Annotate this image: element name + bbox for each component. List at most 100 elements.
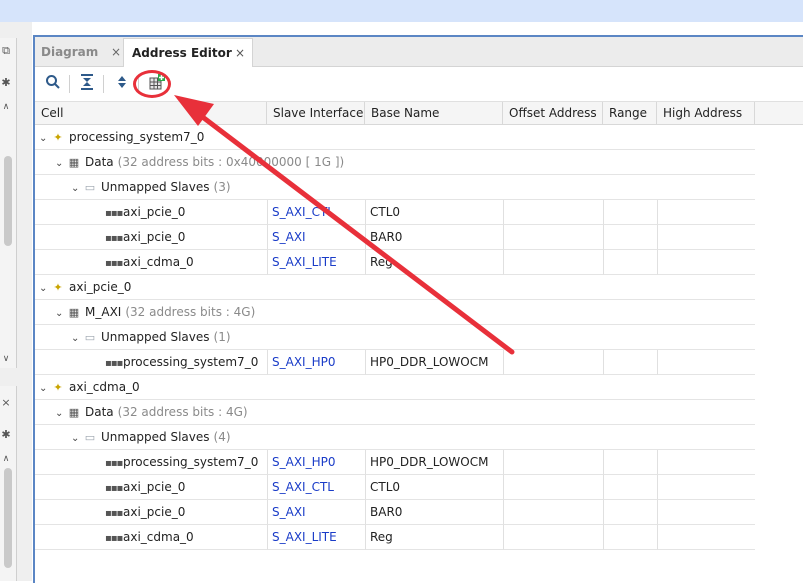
tab-diagram[interactable]: Diagram — [41, 39, 98, 65]
cell-name: Data — [85, 155, 114, 169]
tree-cell: ⌄ ✦ axi_cdma_0 — [39, 375, 140, 400]
row-background — [35, 275, 755, 300]
table-row[interactable]: ⌄ ✦ axi_pcie_0 — [35, 275, 803, 300]
tab-diagram-close-icon[interactable]: × — [111, 39, 121, 65]
range-cell[interactable] — [603, 250, 657, 275]
table-row[interactable]: ▪▪▪processing_system7_0 S_AXI_HP0 HP0_DDR_… — [35, 350, 803, 375]
tree-cell: ⌄ ▭ Unmapped Slaves (1) — [71, 325, 231, 350]
table-row[interactable]: ⌄ ▭ Unmapped Slaves (1) — [35, 325, 803, 350]
collapse-all-icon[interactable] — [77, 74, 97, 94]
table-row[interactable]: ▪▪▪axi_cdma_0 S_AXI_LITE Reg — [35, 525, 803, 550]
range-cell[interactable] — [603, 350, 657, 375]
gear-icon[interactable]: ✱ — [0, 428, 12, 442]
table-row[interactable]: ▪▪▪axi_pcie_0 S_AXI BAR0 — [35, 225, 803, 250]
offset-address-cell[interactable] — [503, 500, 603, 525]
interface-port-icon: ▪▪▪ — [105, 258, 123, 269]
cell-name: processing_system7_0 — [69, 130, 205, 144]
offset-address-cell[interactable] — [503, 475, 603, 500]
col-cell[interactable]: Cell — [35, 102, 267, 124]
cell-detail: (32 address bits : 4G) — [117, 405, 248, 419]
cell-name: Unmapped Slaves — [101, 180, 210, 194]
annotation-circle — [133, 70, 171, 98]
table-row[interactable]: ▪▪▪processing_system7_0 S_AXI_HP0 HP0_DDR_… — [35, 450, 803, 475]
col-base-name[interactable]: Base Name — [365, 102, 503, 124]
slave-interface-cell[interactable]: S_AXI — [267, 500, 365, 525]
table-row[interactable]: ⌄ ▦ M_AXI (32 address bits : 4G) — [35, 300, 803, 325]
expand-all-icon[interactable] — [112, 74, 132, 94]
scrollbar-thumb[interactable] — [4, 156, 12, 246]
table-row[interactable]: ▪▪▪axi_cdma_0 S_AXI_LITE Reg — [35, 250, 803, 275]
chevron-up-icon[interactable]: ∧ — [0, 100, 12, 114]
chevron-down-icon[interactable]: ⌄ — [55, 151, 67, 176]
table-row[interactable]: ▪▪▪axi_pcie_0 S_AXI_CTL CTL0 — [35, 200, 803, 225]
range-cell[interactable] — [603, 225, 657, 250]
chevron-down-icon[interactable]: ⌄ — [55, 301, 67, 326]
interface-port-icon: ▪▪▪ — [105, 458, 123, 469]
chevron-down-icon[interactable]: ∨ — [0, 352, 12, 366]
tab-address-editor[interactable]: Address Editor × — [123, 38, 253, 67]
col-range[interactable]: Range — [603, 102, 657, 124]
offset-address-cell[interactable] — [503, 525, 603, 550]
table-row[interactable]: ⌄ ✦ axi_cdma_0 — [35, 375, 803, 400]
chevron-up-icon[interactable]: ∧ — [0, 452, 12, 466]
range-cell[interactable] — [603, 525, 657, 550]
cell-name: Unmapped Slaves — [101, 330, 210, 344]
table-row[interactable]: ⌄ ✦ processing_system7_0 — [35, 125, 803, 150]
chevron-down-icon[interactable]: ⌄ — [71, 326, 83, 351]
offset-address-cell[interactable] — [503, 250, 603, 275]
high-address-cell — [657, 475, 755, 500]
chevron-down-icon[interactable]: ⌄ — [55, 401, 67, 426]
tab-address-editor-close-icon[interactable]: × — [235, 40, 245, 66]
col-slave-interface[interactable]: Slave Interface — [267, 102, 365, 124]
table-row[interactable]: ⌄ ▦ Data (32 address bits : 0x40000000 [ 1G… — [35, 150, 803, 175]
table-row[interactable]: ⌄ ▭ Unmapped Slaves (4) — [35, 425, 803, 450]
tab-address-editor-label: Address Editor — [132, 46, 232, 60]
table-row[interactable]: ⌄ ▦ Data (32 address bits : 4G) — [35, 400, 803, 425]
range-cell[interactable] — [603, 200, 657, 225]
tree-cell: ▪▪▪axi_pcie_0 — [105, 500, 185, 525]
range-cell[interactable] — [603, 500, 657, 525]
col-high-address[interactable]: High Address — [657, 102, 755, 124]
tree-cell: ▪▪▪axi_pcie_0 — [105, 225, 185, 250]
cell-name: axi_pcie_0 — [123, 230, 186, 244]
table-row[interactable]: ⌄ ▭ Unmapped Slaves (3) — [35, 175, 803, 200]
address-space-icon: ▦ — [68, 406, 80, 419]
chevron-down-icon[interactable]: ⌄ — [39, 276, 51, 301]
restore-icon[interactable]: ⧉ — [0, 44, 12, 58]
offset-address-cell[interactable] — [503, 450, 603, 475]
offset-address-cell[interactable] — [503, 350, 603, 375]
slave-interface-cell[interactable]: S_AXI_HP0 — [267, 350, 365, 375]
scrollbar-thumb[interactable] — [4, 468, 12, 568]
base-name-cell: Reg — [365, 525, 503, 550]
offset-address-cell[interactable] — [503, 200, 603, 225]
slave-interface-cell[interactable]: S_AXI — [267, 225, 365, 250]
range-cell[interactable] — [603, 450, 657, 475]
offset-address-cell[interactable] — [503, 225, 603, 250]
table-header: Cell Slave Interface Base Name Offset Ad… — [35, 101, 803, 125]
cell-name: M_AXI — [85, 305, 122, 319]
table-row[interactable]: ▪▪▪axi_pcie_0 S_AXI BAR0 — [35, 500, 803, 525]
chevron-down-icon[interactable]: ⌄ — [71, 426, 83, 451]
cell-name: processing_system7_0 — [123, 355, 259, 369]
interface-port-icon: ▪▪▪ — [105, 233, 123, 244]
search-icon[interactable] — [43, 74, 63, 94]
cell-name: axi_pcie_0 — [69, 280, 132, 294]
chevron-down-icon[interactable]: ⌄ — [39, 376, 51, 401]
chevron-down-icon[interactable]: ⌄ — [71, 176, 83, 201]
high-address-cell — [657, 450, 755, 475]
slave-interface-cell[interactable]: S_AXI_HP0 — [267, 450, 365, 475]
block-icon: ✦ — [53, 131, 63, 144]
tree-cell: ⌄ ▭ Unmapped Slaves (3) — [71, 175, 231, 200]
slave-interface-cell[interactable]: S_AXI_CTL — [267, 475, 365, 500]
table-row[interactable]: ▪▪▪axi_pcie_0 S_AXI_CTL CTL0 — [35, 475, 803, 500]
col-offset-address[interactable]: Offset Address — [503, 102, 603, 124]
slave-interface-cell[interactable]: S_AXI_CTL — [267, 200, 365, 225]
gear-icon[interactable]: ✱ — [0, 76, 12, 90]
high-address-cell — [657, 250, 755, 275]
slave-interface-cell[interactable]: S_AXI_LITE — [267, 250, 365, 275]
range-cell[interactable] — [603, 475, 657, 500]
block-icon: ✦ — [53, 381, 63, 394]
slave-interface-cell[interactable]: S_AXI_LITE — [267, 525, 365, 550]
close-icon[interactable]: × — [0, 396, 12, 410]
chevron-down-icon[interactable]: ⌄ — [39, 126, 51, 151]
